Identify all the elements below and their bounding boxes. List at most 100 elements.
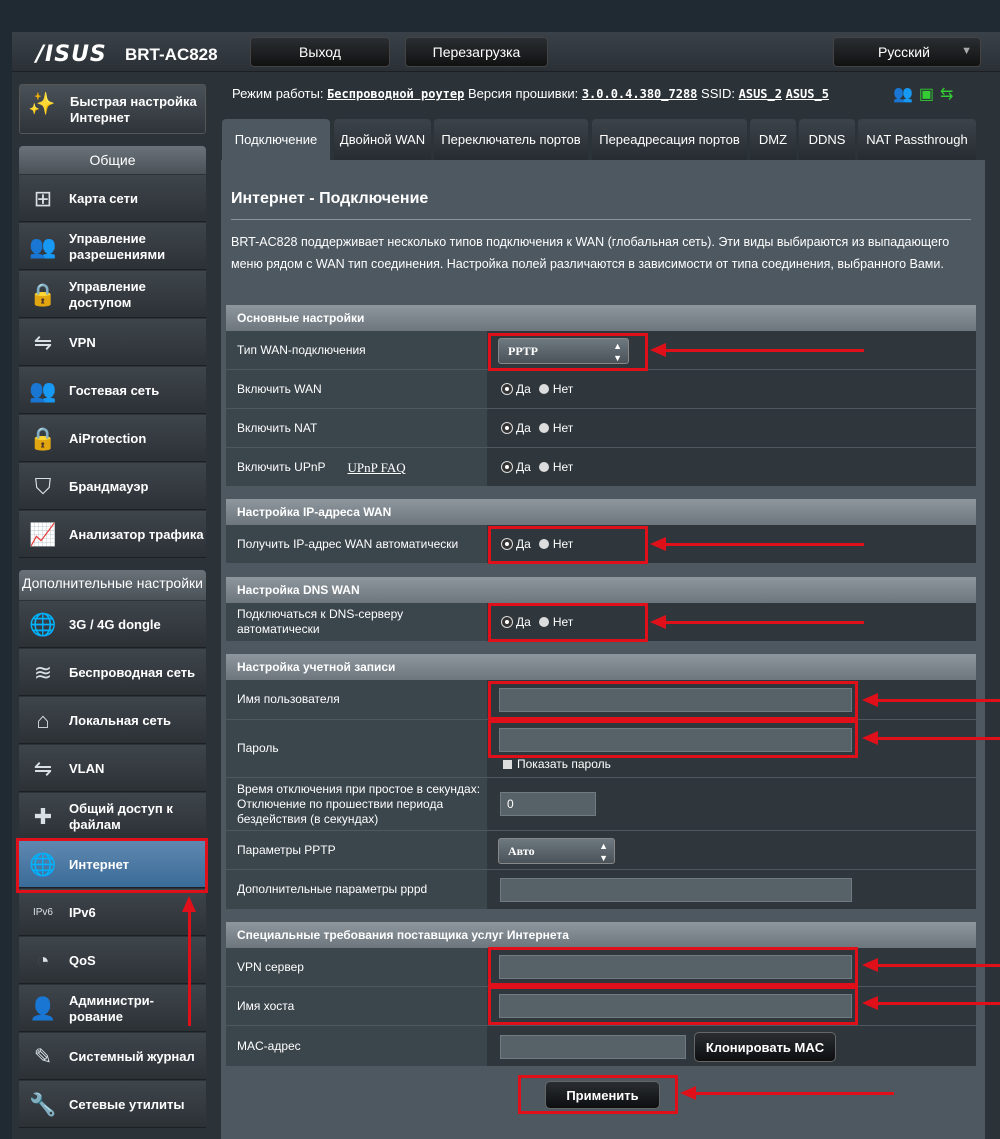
- status-line: Режим работы: Беспроводной роутер Версия…: [232, 86, 829, 101]
- tab-port-switch[interactable]: Переключатель портов: [434, 119, 588, 161]
- tab-nat-passthrough[interactable]: NAT Passthrough: [858, 119, 976, 161]
- aiprotection-lock-icon: 🔒: [29, 426, 57, 451]
- sidebar-item-vpn[interactable]: ⇋ VPN: [19, 319, 206, 366]
- model-name: BRT-AC828: [125, 45, 218, 64]
- sidebar-item-label: Администри-рование: [69, 992, 154, 1024]
- tab-dmz[interactable]: DMZ: [750, 119, 796, 161]
- sidebar-item-wireless[interactable]: ≋ Беспроводная сеть: [19, 649, 206, 696]
- enable-wan-label: Включить WAN: [226, 370, 487, 408]
- title-divider: [231, 219, 971, 220]
- username-label: Имя пользователя: [226, 680, 487, 719]
- tab-connection[interactable]: Подключение: [222, 119, 330, 161]
- sidebar-item-label: Анализатор трафика: [69, 526, 204, 542]
- sidebar-item-lan[interactable]: ⌂ Локальная сеть: [19, 697, 206, 744]
- tab-dual-wan[interactable]: Двойной WAN: [334, 119, 431, 161]
- pptp-options-value: Авто: [508, 844, 535, 858]
- show-password-checkbox[interactable]: Показать пароль: [503, 757, 611, 771]
- sidebar-item-label: Брандмауэр: [69, 478, 149, 494]
- radio-no[interactable]: [538, 423, 549, 433]
- access-lock-icon: 🔒: [29, 282, 57, 307]
- annotation-box-auto-ip: [488, 526, 648, 564]
- radio-yes[interactable]: [502, 384, 512, 394]
- tab-port-forwarding[interactable]: Переадресация портов: [592, 119, 747, 161]
- speedometer-icon: ◔: [36, 948, 50, 973]
- sidebar-item-network-tools[interactable]: 🔧 Сетевые утилиты: [19, 1081, 206, 1128]
- ssid-label: SSID:: [701, 86, 735, 101]
- sidebar-item-3g-4g[interactable]: 🌐 3G / 4G dongle: [19, 601, 206, 648]
- sidebar-item-aiprotection[interactable]: 🔒 AiProtection: [19, 415, 206, 462]
- sidebar-item-label: Управление разрешениями: [69, 230, 166, 262]
- annotation-box-vpn-server: [488, 947, 858, 986]
- sidebar-item-label: Гостевая сеть: [69, 382, 160, 398]
- pppd-options-input[interactable]: [500, 878, 852, 902]
- upnp-label-text: Включить UPnP: [237, 459, 326, 474]
- usb-icon[interactable]: ⇆: [940, 86, 953, 103]
- wifi-icon: ≋: [33, 660, 53, 685]
- radio-no[interactable]: [538, 384, 549, 394]
- annotation-arrow: [862, 693, 1000, 707]
- sidebar-item-guest-network[interactable]: 👥 Гостевая сеть: [19, 367, 206, 414]
- clone-mac-button[interactable]: Клонировать MAC: [694, 1032, 836, 1062]
- annotation-arrow: [862, 996, 1000, 1010]
- language-select[interactable]: Русский ▼: [833, 37, 981, 67]
- home-icon: ⌂: [36, 708, 50, 733]
- mode-link[interactable]: Беспроводной роутер: [327, 87, 464, 101]
- sidebar-item-label: QoS: [69, 952, 96, 968]
- section-dns-header: Настройка DNS WAN: [226, 577, 976, 603]
- sidebar-item-access-control[interactable]: 🔒 Управление доступом: [19, 271, 206, 318]
- ssid-link-1[interactable]: ASUS_2: [739, 87, 782, 101]
- sidebar-item-file-sharing[interactable]: ✚ Общий доступ к файлам: [19, 793, 206, 840]
- row-enable-wan: Включить WAN Да Нет: [226, 370, 976, 409]
- firmware-label: Версия прошивки:: [467, 86, 579, 101]
- row-idle-timeout: Время отключения при простое в секундах:…: [226, 778, 976, 831]
- radio-no[interactable]: [538, 462, 549, 472]
- vlan-icon: ⇋: [33, 756, 53, 781]
- ssid-link-2[interactable]: ASUS_5: [786, 87, 829, 101]
- idle-timeout-input[interactable]: 0: [500, 792, 596, 816]
- logout-button[interactable]: Выход: [250, 37, 390, 67]
- reboot-button[interactable]: Перезагрузка: [405, 37, 548, 67]
- sidebar-item-label: VLAN: [69, 760, 105, 776]
- general-section-header: Общие: [19, 146, 206, 174]
- sidebar-item-administration[interactable]: 👤 Администри-рование: [19, 985, 206, 1032]
- sidebar-item-label: Карта сети: [69, 190, 138, 206]
- permissions-icon: 👥: [29, 234, 57, 259]
- sidebar-item-label: Сетевые утилиты: [69, 1096, 185, 1112]
- checkbox-box[interactable]: [503, 759, 512, 769]
- radio-yes-label: Да: [516, 460, 531, 474]
- radio-no-label: Нет: [552, 460, 574, 474]
- sidebar-item-system-log[interactable]: ✎ Системный журнал: [19, 1033, 206, 1080]
- annotation-arrow: [862, 958, 1000, 972]
- sidebar-item-permissions[interactable]: 👥 Управление разрешениями: [19, 223, 206, 270]
- radio-yes[interactable]: [502, 423, 512, 433]
- pptp-options-select[interactable]: Авто ▲ ▼: [498, 838, 615, 864]
- quick-internet-setup[interactable]: ✨ Быстрая настройка Интернет: [19, 84, 206, 134]
- password-label: Пароль: [226, 720, 487, 777]
- sidebar-item-traffic-analyzer[interactable]: 📈 Анализатор трафика: [19, 511, 206, 558]
- sidebar-item-firewall[interactable]: ⛉ Брандмауэр: [19, 463, 206, 510]
- vpn-icon: ⇋: [33, 330, 53, 355]
- sidebar-item-qos[interactable]: ◔ QoS: [19, 937, 206, 984]
- radio-no-label: Нет: [552, 421, 574, 435]
- network-status-icon[interactable]: ▣: [919, 86, 934, 103]
- sidebar-item-network-map[interactable]: ⊞ Карта сети: [19, 175, 206, 222]
- idle-timeout-label: Время отключения при простое в секундах:…: [226, 778, 487, 830]
- wan-type-label: Тип WAN-подключения: [226, 331, 487, 369]
- radio-yes[interactable]: [502, 462, 512, 472]
- sidebar-item-ipv6[interactable]: IPv6 IPv6: [19, 889, 206, 936]
- annotation-arrow: [650, 343, 864, 357]
- radio-no-label: Нет: [552, 382, 574, 396]
- clients-icon[interactable]: 👥: [893, 86, 913, 103]
- sidebar-item-label: VPN: [69, 334, 96, 350]
- enable-upnp-label: Включить UPnP UPnP FAQ: [226, 448, 487, 486]
- sidebar-item-label: Локальная сеть: [69, 712, 171, 728]
- upnp-faq-link[interactable]: UPnP FAQ: [348, 460, 406, 475]
- sidebar-item-label: Системный журнал: [69, 1048, 195, 1064]
- mac-address-input[interactable]: [500, 1035, 686, 1059]
- sidebar-item-vlan[interactable]: ⇋ VLAN: [19, 745, 206, 792]
- vpn-server-label: VPN сервер: [226, 948, 487, 986]
- asus-logo: /ISUS: [36, 42, 107, 67]
- show-password-label: Показать пароль: [517, 757, 611, 771]
- tab-ddns[interactable]: DDNS: [799, 119, 855, 161]
- firmware-link[interactable]: 3.0.0.4.380_7288: [582, 87, 698, 101]
